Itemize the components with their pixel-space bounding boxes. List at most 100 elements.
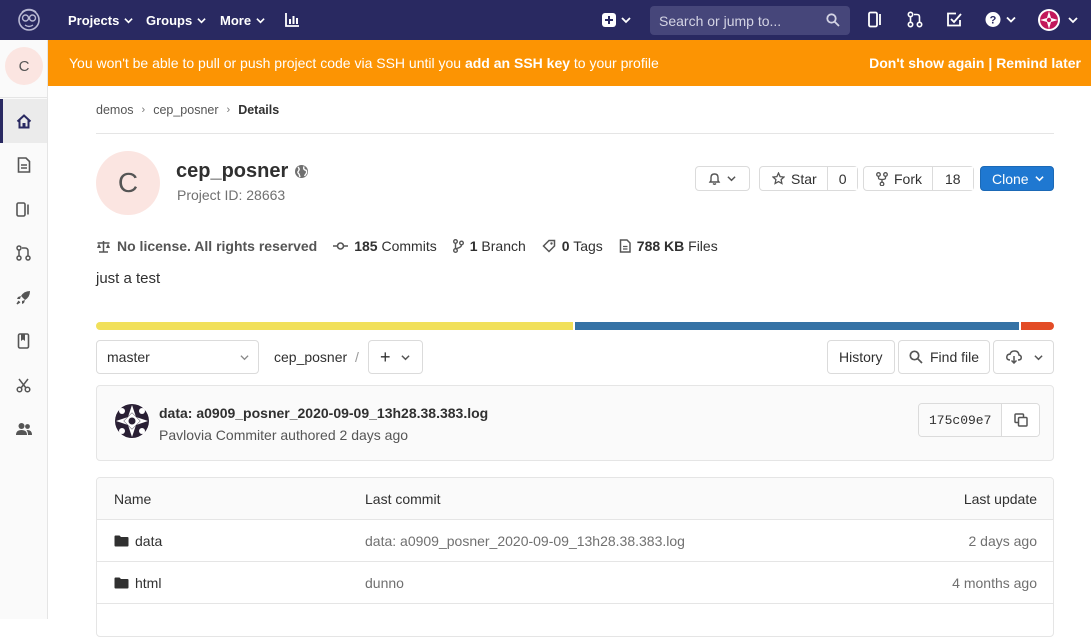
chevron-down-icon	[1034, 176, 1044, 182]
file-last-update: 4 months ago	[952, 575, 1037, 591]
rocket-icon	[16, 290, 30, 305]
add-to-tree-dropdown[interactable]: +	[368, 340, 423, 374]
language-segment[interactable]	[575, 322, 1019, 330]
table-row[interactable]	[97, 604, 1053, 636]
file-name-cell[interactable]: html	[114, 575, 161, 591]
table-row[interactable]: html dunno 4 months ago	[97, 562, 1053, 604]
tag-icon	[542, 239, 556, 253]
ssh-key-warning-banner: You won't be able to pull or push projec…	[48, 40, 1091, 86]
branch-dropdown[interactable]: master	[96, 340, 259, 374]
issues-icon	[16, 201, 29, 217]
commit-icon	[333, 242, 349, 250]
clone-dropdown[interactable]: Clone	[980, 166, 1054, 191]
sidebar-divider	[0, 97, 47, 98]
analytics-chart-icon[interactable]	[285, 12, 300, 27]
find-file-button[interactable]: Find file	[898, 340, 991, 374]
issues-icon[interactable]	[868, 11, 884, 28]
project-stats: No license. All rights reserved 185 Comm…	[96, 238, 734, 254]
remind-later-link[interactable]: Remind later	[996, 55, 1081, 71]
banner-message: You won't be able to pull or push projec…	[69, 55, 659, 71]
dont-show-again-link[interactable]: Don't show again	[869, 55, 984, 71]
file-name-cell[interactable]: data	[114, 533, 162, 549]
star-button-group: Star 0	[759, 166, 859, 191]
download-dropdown[interactable]	[993, 340, 1054, 374]
fork-icon	[876, 171, 888, 186]
language-segment[interactable]	[1020, 322, 1054, 330]
file-last-commit-link[interactable]: dunno	[365, 575, 404, 591]
sidebar-item-wiki[interactable]	[0, 319, 47, 363]
sidebar-item-issues[interactable]	[0, 187, 47, 231]
commit-title-link[interactable]: data: a0909_posner_2020-09-09_13h28.38.3…	[159, 405, 488, 421]
star-button[interactable]: Star	[760, 167, 827, 190]
table-row[interactable]: data data: a0909_posner_2020-09-09_13h28…	[97, 520, 1053, 562]
commit-author-avatar[interactable]	[114, 403, 150, 439]
notification-dropdown[interactable]	[695, 166, 750, 191]
commit-author-meta: Pavlovia Commiter authored 2 days ago	[159, 427, 409, 443]
last-commit-panel: data: a0909_posner_2020-09-09_13h28.38.3…	[96, 385, 1054, 461]
sidebar-item-ci-cd[interactable]	[0, 275, 47, 319]
project-description: just a test	[96, 270, 161, 287]
plus-icon: +	[380, 347, 391, 367]
tags-stat[interactable]: 0 Tags	[542, 238, 603, 254]
sidebar-project-avatar[interactable]: C	[5, 47, 43, 85]
bell-icon	[708, 173, 721, 185]
logo-icon[interactable]	[16, 6, 42, 34]
file-last-commit-link[interactable]: data: a0909_posner_2020-09-09_13h28.38.3…	[365, 533, 685, 549]
users-icon	[15, 423, 32, 435]
search-box[interactable]	[650, 6, 850, 35]
commit-sha[interactable]: 175c09e7	[919, 404, 1002, 436]
copy-icon	[1014, 413, 1028, 427]
repository-languages-bar[interactable]	[96, 322, 1054, 330]
sidebar-item-repository[interactable]	[0, 143, 47, 187]
history-button[interactable]: History	[827, 340, 895, 374]
repo-path-root[interactable]: cep_posner	[274, 349, 347, 365]
chevron-right-icon: ›	[141, 104, 146, 116]
fork-button[interactable]: Fork	[864, 167, 932, 190]
sidebar-item-members[interactable]	[0, 407, 47, 451]
chevron-down-icon	[1034, 354, 1043, 360]
license-stat: No license. All rights reserved	[96, 238, 317, 254]
home-icon	[16, 113, 31, 128]
breadcrumb-item-group[interactable]: demos	[96, 103, 134, 117]
branch-stat[interactable]: 1 Branch	[452, 238, 526, 254]
breadcrumb-current: Details	[238, 103, 280, 117]
nav-more[interactable]: More	[220, 0, 265, 40]
sidebar-item-merge-requests[interactable]	[0, 231, 47, 275]
globe-icon	[294, 164, 309, 179]
help-dropdown[interactable]: ?	[985, 11, 1017, 28]
breadcrumb: demos › cep_posner › Details	[96, 103, 279, 117]
project-avatar: C	[96, 151, 160, 215]
new-dropdown[interactable]	[602, 12, 632, 28]
search-input[interactable]	[659, 12, 824, 29]
star-count[interactable]: 0	[826, 167, 858, 190]
document-icon	[17, 157, 30, 173]
commits-stat[interactable]: 185 Commits	[333, 238, 437, 254]
copy-sha-button[interactable]	[1001, 404, 1040, 436]
sidebar-item-project-overview[interactable]	[0, 99, 47, 143]
language-segment[interactable]	[96, 322, 573, 330]
book-icon	[17, 333, 30, 349]
project-id: Project ID: 28663	[177, 187, 286, 203]
files-stat[interactable]: 788 KB Files	[619, 238, 718, 254]
project-title: cep_posner	[176, 160, 289, 182]
breadcrumb-divider	[96, 133, 1054, 134]
scissors-icon	[16, 378, 31, 393]
search-icon	[826, 13, 840, 27]
top-navbar: Projects Groups More ?	[0, 0, 1091, 40]
merge-request-icon	[16, 245, 31, 261]
chevron-down-icon	[240, 355, 249, 361]
merge-requests-icon[interactable]	[907, 11, 923, 28]
nav-groups[interactable]: Groups	[146, 0, 206, 40]
project-sidebar: C	[0, 40, 48, 619]
sidebar-item-snippets[interactable]	[0, 363, 47, 407]
cloud-download-icon	[1006, 350, 1022, 364]
user-avatar-dropdown[interactable]	[1037, 8, 1083, 32]
breadcrumb-item-project[interactable]: cep_posner	[153, 103, 218, 117]
todos-icon[interactable]	[946, 11, 962, 28]
add-ssh-key-link[interactable]: add an SSH key	[465, 55, 570, 71]
star-icon	[772, 172, 785, 185]
folder-icon	[114, 535, 129, 547]
search-icon	[909, 350, 923, 364]
fork-count[interactable]: 18	[932, 167, 973, 190]
nav-projects[interactable]: Projects	[68, 0, 133, 40]
